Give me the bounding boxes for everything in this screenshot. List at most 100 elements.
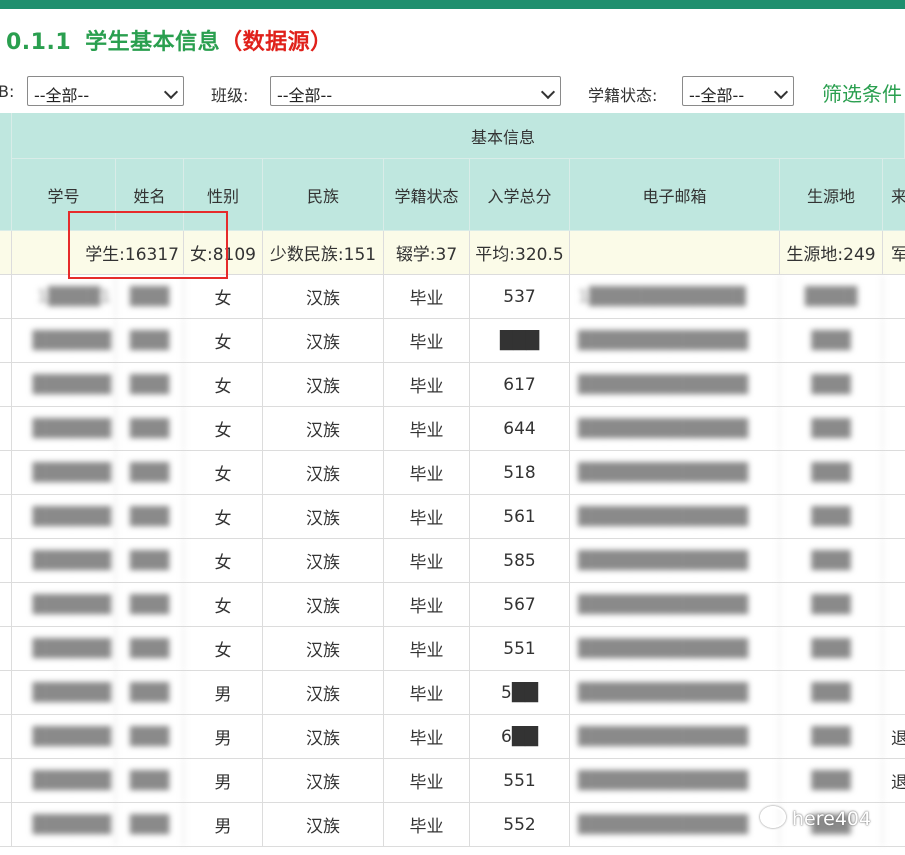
summary-cell-minority: 少数民族:151 [263, 231, 384, 274]
cell-name: ███ [116, 495, 184, 538]
cell-email: █████████████ [570, 363, 780, 406]
chevron-down-icon [163, 84, 179, 100]
row-header-cell [0, 803, 12, 846]
summary-cell-dropout: 辍学:37 [384, 231, 470, 274]
cell-name: ███ [116, 759, 184, 802]
cell-extra [883, 627, 905, 670]
section-number: 0.1.1 [6, 30, 72, 55]
row-header-cell [0, 363, 12, 406]
cell-gender: 女 [184, 275, 263, 318]
summary-cell-avg-score: 平均:320.5 [470, 231, 570, 274]
cell-extra [883, 319, 905, 362]
table-row[interactable]: ██████ ███ 女汉族 毕业 617 █████████████ ███ [0, 363, 905, 407]
cell-status: 毕业 [384, 539, 470, 582]
cell-email: █████████████ [570, 759, 780, 802]
table-row[interactable]: █████████男汉族毕业6██████████████████退 [0, 715, 905, 759]
table-row[interactable]: ██████ ███ 女汉族 毕业 567 █████████████ ███ [0, 583, 905, 627]
class-select[interactable]: --全部-- [270, 76, 561, 106]
cell-origin: ███ [780, 319, 883, 362]
cell-gender: 女 [184, 627, 263, 670]
cell-ethnic: 汉族 [263, 803, 384, 846]
row-header-cell [0, 275, 12, 318]
status-label: 学籍状态: [588, 86, 658, 105]
cell-status: 毕业 [384, 319, 470, 362]
cell-score: 644 [470, 407, 570, 450]
department-select[interactable]: --全部-- [27, 76, 184, 106]
cell-origin: ███ [780, 495, 883, 538]
table-row[interactable]: ██████ ███ 女汉族 毕业 ███ █████████████ ███ [0, 319, 905, 363]
cell-status: 毕业 [384, 627, 470, 670]
cell-gender: 女 [184, 319, 263, 362]
cell-score: 552 [470, 803, 570, 846]
table-row[interactable]: 1████1 ███ 女汉族 毕业 537 1████████████ ████ [0, 275, 905, 319]
cell-extra [883, 407, 905, 450]
cell-email: █████████████ [570, 451, 780, 494]
cell-ethnic: 汉族 [263, 627, 384, 670]
col-header-status[interactable]: 学籍状态 [384, 159, 470, 231]
cell-extra: 退 [883, 715, 905, 758]
cell-email: █████████████ [570, 671, 780, 714]
cell-origin: ███ [780, 627, 883, 670]
cell-email: █████████████ [570, 539, 780, 582]
cell-email: █████████████ [570, 627, 780, 670]
cell-score: ███ [470, 319, 570, 362]
filter-bar: B: --全部-- 班级: --全部-- 学籍状态: --全部-- 筛选条件 [0, 74, 905, 110]
col-header-origin[interactable]: 生源地 [780, 159, 883, 231]
col-header-email[interactable]: 电子邮箱 [570, 159, 780, 231]
cell-origin: ███ [780, 583, 883, 626]
cell-origin: ███ [780, 451, 883, 494]
col-header-ethnic[interactable]: 民族 [263, 159, 384, 231]
row-header-cell [0, 231, 12, 274]
cell-gender: 男 [184, 715, 263, 758]
cell-origin: ███ [780, 715, 883, 758]
cell-name: ███ [116, 671, 184, 714]
cell-gender: 男 [184, 759, 263, 802]
cell-ethnic: 汉族 [263, 319, 384, 362]
row-header-cell [0, 451, 12, 494]
summary-cell-email [570, 231, 780, 274]
table-row[interactable]: ██████ ███ 男汉族 毕业 5██ █████████████ ███ [0, 671, 905, 715]
title-text: 学生基本信息 [85, 30, 221, 55]
cell-id: ██████ [12, 627, 116, 670]
row-header-cell [0, 319, 12, 362]
cell-ethnic: 汉族 [263, 539, 384, 582]
col-header-score[interactable]: 入学总分 [470, 159, 570, 231]
title-source: （数据源） [220, 30, 333, 55]
table-row[interactable]: ██████ ███ 女汉族 毕业 585 █████████████ ███ [0, 539, 905, 583]
cell-ethnic: 汉族 [263, 671, 384, 714]
cell-gender: 女 [184, 363, 263, 406]
cell-status: 毕业 [384, 715, 470, 758]
cell-name: ███ [116, 715, 184, 758]
table-row[interactable]: ██████ ███ 女汉族 毕业 551 █████████████ ███ [0, 627, 905, 671]
cell-id: 1████1 [12, 275, 116, 318]
table-row[interactable]: ██████ ███ 女汉族 毕业 561 █████████████ ███ [0, 495, 905, 539]
table-row[interactable]: ██████ ███ 女汉族 毕业 644 █████████████ ███ [0, 407, 905, 451]
row-header-cell [0, 495, 12, 538]
cell-gender: 女 [184, 583, 263, 626]
cell-email: 1████████████ [570, 275, 780, 318]
cell-gender: 男 [184, 803, 263, 846]
row-header-cell [0, 715, 12, 758]
status-select[interactable]: --全部-- [682, 76, 794, 106]
cell-gender: 女 [184, 407, 263, 450]
summary-cell-extra: 军 [883, 231, 905, 274]
cell-name: ███ [116, 583, 184, 626]
cell-score: 567 [470, 583, 570, 626]
highlight-box [68, 211, 228, 279]
cell-id: ██████ [12, 671, 116, 714]
cell-id: ██████ [12, 407, 116, 450]
col-header-extra[interactable]: 来 [883, 159, 905, 231]
cell-status: 毕业 [384, 275, 470, 318]
cell-email: █████████████ [570, 495, 780, 538]
table-row[interactable]: █████████男汉族毕业551████████████████退 [0, 759, 905, 803]
cell-status: 毕业 [384, 407, 470, 450]
cell-name: ███ [116, 803, 184, 846]
cell-origin: ███ [780, 539, 883, 582]
filter-conditions-link[interactable]: 筛选条件 [822, 78, 902, 107]
department-label: B: [0, 82, 15, 101]
cell-score: 551 [470, 627, 570, 670]
cell-id: ██████ [12, 539, 116, 582]
table-row[interactable]: ██████ ███ 女汉族 毕业 518 █████████████ ███ [0, 451, 905, 495]
cell-gender: 女 [184, 495, 263, 538]
cell-score: 617 [470, 363, 570, 406]
